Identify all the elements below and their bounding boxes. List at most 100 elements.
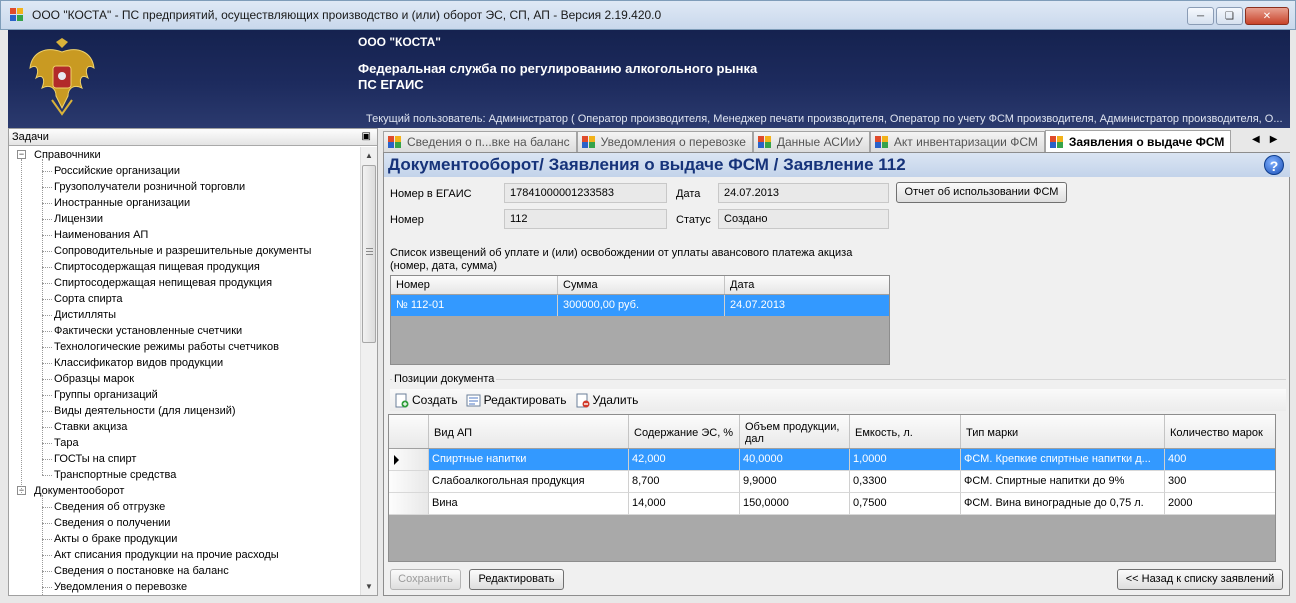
col-number[interactable]: Номер: [391, 276, 558, 294]
scroll-down-icon[interactable]: ▼: [361, 578, 377, 595]
tree-item[interactable]: Сорта спирта: [9, 291, 361, 307]
row-header[interactable]: [389, 449, 429, 471]
help-icon[interactable]: ?: [1264, 155, 1284, 175]
scroll-up-icon[interactable]: ▲: [361, 147, 377, 164]
tab-right-icon[interactable]: ▶: [1270, 134, 1278, 145]
tree-group[interactable]: − Справочники: [9, 147, 361, 163]
edit-button[interactable]: Редактировать: [469, 569, 564, 590]
tree-item-label: Сведения о получении: [54, 517, 171, 529]
cell-mark: ФСМ. Спиртные напитки до 9%: [961, 471, 1165, 493]
positions-toolbar: Создать Редактировать Удалить: [390, 389, 1286, 411]
tree-item-label: Грузополучатели розничной торговли: [54, 181, 246, 193]
position-row[interactable]: Вина 14,000 150,0000 0,7500 ФСМ. Вина виногр…: [389, 493, 1275, 515]
tree-item[interactable]: Ставки акциза: [9, 419, 361, 435]
tree-item[interactable]: Российские организации: [9, 163, 361, 179]
tree-item-label: Наименования АП: [54, 229, 149, 241]
tree-group-label: Справочники: [34, 149, 101, 161]
date-field[interactable]: 24.07.2013: [718, 183, 889, 203]
tree-item[interactable]: Грузополучатели розничной торговли: [9, 179, 361, 195]
col-type[interactable]: Вид АП: [429, 415, 629, 448]
tree-item[interactable]: Технологические режимы работы счетчиков: [9, 339, 361, 355]
tree-item[interactable]: Образцы марок: [9, 371, 361, 387]
tree-item[interactable]: Сопроводительные и разрешительные докуме…: [9, 243, 361, 259]
col-volume[interactable]: Объем продукции, дал: [740, 415, 850, 448]
col-es[interactable]: Содержание ЭС, %: [629, 415, 740, 448]
cell-es: 42,000: [629, 449, 740, 471]
tree-item[interactable]: Группы организаций: [9, 387, 361, 403]
close-button[interactable]: ✕: [1245, 7, 1289, 25]
report-button[interactable]: Отчет об использовании ФСМ: [896, 182, 1067, 203]
tree-item[interactable]: Наименования АП: [9, 227, 361, 243]
tree-item[interactable]: Уведомления о перевозке: [9, 579, 361, 595]
number-field[interactable]: 112: [504, 209, 667, 229]
minimize-button[interactable]: ─: [1187, 7, 1214, 25]
tree-item-label: Спиртосодержащая непищевая продукция: [54, 277, 273, 289]
status-field[interactable]: Создано: [718, 209, 889, 229]
position-row[interactable]: Слабоалкогольная продукция 8,700 9,9000 0,3…: [389, 471, 1275, 493]
tab-left-icon[interactable]: ◀: [1252, 134, 1260, 145]
tab-2[interactable]: Данные АСИиУ: [752, 131, 870, 152]
tree-item[interactable]: Спиртосодержащая пищевая продукция: [9, 259, 361, 275]
tasks-title: Задачи: [12, 131, 49, 143]
position-row[interactable]: Спиртные напитки 42,000 40,0000 1,0000 ФСМ. …: [389, 449, 1275, 471]
tree-item[interactable]: Дистилляты: [9, 307, 361, 323]
tree-item-label: Транспортные средства: [54, 469, 177, 481]
cell-type: Слабоалкогольная продукция: [429, 471, 629, 493]
notices-grid: Номер Сумма Дата № 112-01 300000,00 руб.…: [390, 275, 890, 365]
tree-item-label: Сорта спирта: [54, 293, 123, 305]
pin-icon[interactable]: ▣: [362, 129, 371, 145]
cell-type: Вина: [429, 493, 629, 515]
tab-4[interactable]: Заявления о выдаче ФСМ: [1044, 130, 1232, 152]
tree-item-label: Виды деятельности (для лицензий): [54, 405, 236, 417]
tab-1[interactable]: Уведомления о перевозке: [576, 131, 753, 152]
edit-toolbar-button[interactable]: Редактировать: [466, 393, 567, 408]
col-sum[interactable]: Сумма: [558, 276, 725, 294]
tree-item[interactable]: Классификатор видов продукции: [9, 355, 361, 371]
delete-button[interactable]: Удалить: [575, 393, 638, 408]
tree-item[interactable]: Виды деятельности (для лицензий): [9, 403, 361, 419]
maximize-button[interactable]: ❏: [1216, 7, 1243, 25]
col-count[interactable]: Количество марок: [1165, 415, 1275, 448]
col-capacity[interactable]: Емкость, л.: [850, 415, 961, 448]
create-label: Создать: [412, 393, 458, 407]
create-button[interactable]: Создать: [394, 393, 458, 408]
cell-count: 400: [1165, 449, 1275, 471]
tree-item-label: Российские организации: [54, 165, 180, 177]
tree-group-label: Документооборот: [34, 485, 125, 497]
row-header[interactable]: [389, 471, 429, 493]
tree-item-label: Акты о браке продукции: [54, 533, 178, 545]
back-button[interactable]: << Назад к списку заявлений: [1117, 569, 1283, 590]
collapse-icon[interactable]: −: [17, 150, 26, 159]
tree-item[interactable]: Сведения об отгрузке: [9, 499, 361, 515]
tree-item[interactable]: Тара: [9, 435, 361, 451]
tree-item[interactable]: Сведения о получении: [9, 515, 361, 531]
tasks-scrollbar[interactable]: ▲ ▼: [360, 147, 377, 595]
col-mark[interactable]: Тип марки: [961, 415, 1165, 448]
save-button[interactable]: Сохранить: [390, 569, 461, 590]
tree-item[interactable]: Транспортные средства: [9, 467, 361, 483]
tree-item[interactable]: Фактически установленные счетчики: [9, 323, 361, 339]
tree-item[interactable]: Акт списания продукции на прочие расходы: [9, 547, 361, 563]
tree-item[interactable]: Акты о браке продукции: [9, 531, 361, 547]
form-icon: [581, 136, 595, 148]
tree-item-label: Уведомления о перевозке: [54, 581, 188, 593]
tree-group[interactable]: − Документооборот: [9, 483, 361, 499]
tree-item[interactable]: Лицензии: [9, 211, 361, 227]
positions-divider: [390, 379, 1286, 380]
tab-3[interactable]: Акт инвентаризации ФСМ: [869, 131, 1045, 152]
row-header[interactable]: [389, 493, 429, 515]
current-user: Текущий пользователь: Администратор ( Оп…: [366, 113, 1283, 125]
tree-item[interactable]: Иностранные организации: [9, 195, 361, 211]
egais-field[interactable]: 17841000001233583: [504, 183, 667, 203]
scroll-thumb[interactable]: [362, 165, 376, 343]
tab-0[interactable]: Сведения о п...вке на баланс: [383, 131, 577, 152]
tree-item[interactable]: Спиртосодержащая непищевая продукция: [9, 275, 361, 291]
egais-label: Номер в ЕГАИС: [390, 188, 472, 200]
delete-icon: [576, 393, 590, 407]
tree-item-label: Лицензии: [54, 213, 104, 225]
notice-row[interactable]: № 112-01 300000,00 руб. 24.07.2013: [391, 295, 889, 316]
tree-item[interactable]: Сведения о постановке на баланс: [9, 563, 361, 579]
cell-capacity: 0,7500: [850, 493, 961, 515]
col-date[interactable]: Дата: [725, 276, 889, 294]
tree-item[interactable]: ГОСТы на спирт: [9, 451, 361, 467]
